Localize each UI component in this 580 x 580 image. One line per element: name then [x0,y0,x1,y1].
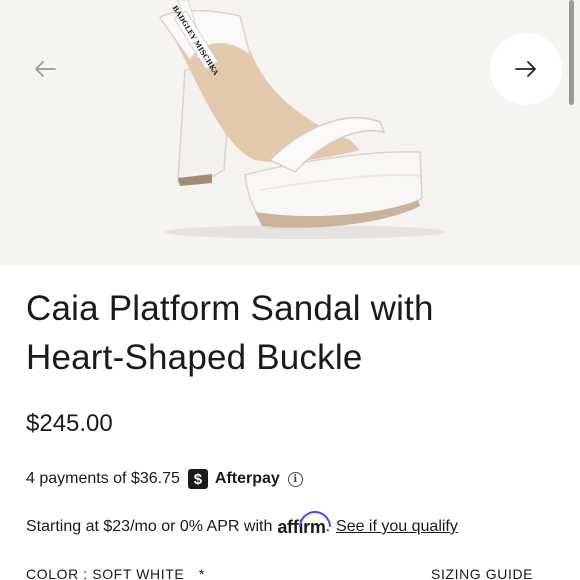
product-title-line2: Heart-Shaped Buckle [26,338,363,377]
afterpay-brand: Afterpay [214,470,280,487]
affirm-row: Starting at $23/mo or 0% APR with affirm… [26,510,458,540]
product-price: $245.00 [26,410,113,437]
product-image: BADGLEY MISCHKA [159,0,445,239]
afterpay-text: 4 payments of $36.75 [26,470,180,487]
gallery-prev-button[interactable] [9,33,81,105]
afterpay-logo-icon: $ [187,469,208,489]
arrow-right-icon [515,61,536,77]
product-title: Caia Platform Sandal with Heart-Shaped B… [26,284,546,382]
affirm-text: Starting at $23/mo or 0% APR with [26,518,273,535]
product-title-line1: Caia Platform Sandal with [26,289,434,328]
scrollbar[interactable] [569,0,574,105]
sizing-guide-link[interactable]: SIZING GUIDE [431,566,533,580]
affirm-logo: affirm [277,510,332,537]
color-selector-label: COLOR : SOFT WHITE * [26,566,205,580]
arrow-left-icon [35,61,56,77]
product-image-gallery[interactable]: BADGLEY MISCHKA [0,0,580,265]
gallery-next-button[interactable] [490,33,562,105]
color-label: COLOR : SOFT WHITE [26,566,185,580]
see-if-you-qualify-link[interactable]: See if you qualify [336,518,458,536]
required-mark: * [198,566,205,580]
info-icon[interactable]: i [287,471,303,487]
afterpay-row: 4 payments of $36.75 $ Afterpay i [26,466,303,492]
